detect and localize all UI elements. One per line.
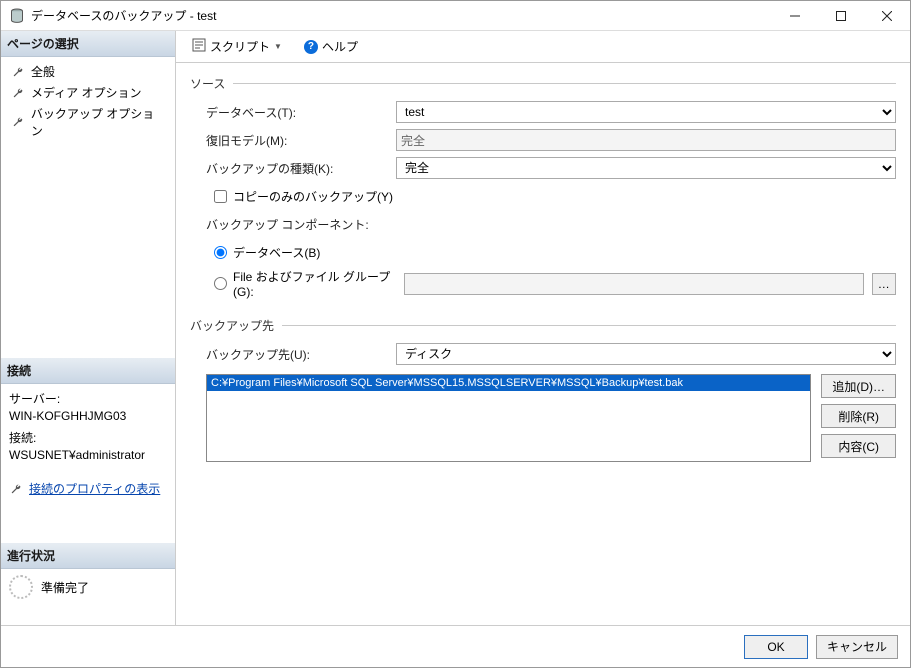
copy-only-input[interactable] xyxy=(214,190,227,203)
sidebar-item-label: メディア オプション xyxy=(31,84,142,101)
wrench-icon xyxy=(11,115,25,129)
component-database-radio[interactable]: データベース(B) xyxy=(214,244,320,261)
sidebar-item-general[interactable]: 全般 xyxy=(1,61,175,82)
wrench-icon xyxy=(11,65,25,79)
window-controls xyxy=(772,1,910,30)
copy-only-checkbox[interactable]: コピーのみのバックアップ(Y) xyxy=(214,188,393,205)
sidebar-item-media-options[interactable]: メディア オプション xyxy=(1,82,175,103)
ok-button[interactable]: OK xyxy=(744,635,808,659)
component-files-radio[interactable]: File およびファイル グループ(G): xyxy=(214,268,404,299)
contents-button[interactable]: 内容(C) xyxy=(821,434,896,458)
wrench-icon xyxy=(11,86,25,100)
connection-properties-link[interactable]: 接続のプロパティの表示 xyxy=(1,474,175,503)
source-legend: ソース xyxy=(190,75,225,92)
component-database-label: データベース(B) xyxy=(233,244,320,261)
destination-legend: バックアップ先 xyxy=(190,317,274,334)
window-title: データベースのバックアップ - test xyxy=(31,7,772,24)
component-files-label: File およびファイル グループ(G): xyxy=(233,268,404,299)
database-label: データベース(T): xyxy=(206,104,396,121)
sidebar: ページの選択 全般 メディア オプション バックアップ オプション 接続 サーバ… xyxy=(1,31,176,625)
copy-only-label: コピーのみのバックアップ(Y) xyxy=(233,188,393,205)
help-label: ヘルプ xyxy=(322,38,358,55)
wrench-icon xyxy=(9,482,23,496)
connection-value: WSUSNET¥administrator xyxy=(9,448,167,462)
remove-button[interactable]: 削除(R) xyxy=(821,404,896,428)
footer: OK キャンセル xyxy=(1,625,910,667)
backup-type-select[interactable]: 完全 xyxy=(396,157,896,179)
backup-to-label: バックアップ先(U): xyxy=(206,346,396,363)
titlebar: データベースのバックアップ - test xyxy=(1,1,910,31)
toolbar: スクリプト ▼ ? ヘルプ xyxy=(176,31,910,63)
help-button[interactable]: ? ヘルプ xyxy=(298,35,364,58)
script-icon xyxy=(192,38,206,55)
close-button[interactable] xyxy=(864,1,910,30)
destination-group: バックアップ先 バックアップ先(U): ディスク C:¥Program File… xyxy=(190,317,896,462)
maximize-button[interactable] xyxy=(818,1,864,30)
progress-text: 準備完了 xyxy=(41,579,89,596)
recovery-model-label: 復旧モデル(M): xyxy=(206,132,396,149)
connection-properties-text[interactable]: 接続のプロパティの表示 xyxy=(29,480,160,497)
source-group: ソース データベース(T): test 復旧モデル(M): バックアップの種類(… xyxy=(190,75,896,303)
sidebar-item-label: 全般 xyxy=(31,63,55,80)
recovery-model-field xyxy=(396,129,896,151)
minimize-button[interactable] xyxy=(772,1,818,30)
sidebar-item-backup-options[interactable]: バックアップ オプション xyxy=(1,103,175,141)
script-label: スクリプト xyxy=(210,38,270,55)
progress-spinner-icon xyxy=(9,575,33,599)
destination-item[interactable]: C:¥Program Files¥Microsoft SQL Server¥MS… xyxy=(207,375,810,391)
database-icon xyxy=(9,8,25,24)
content: スクリプト ▼ ? ヘルプ ソース データベース(T): test 復旧モデル(… xyxy=(176,31,910,625)
add-button[interactable]: 追加(D)… xyxy=(821,374,896,398)
help-icon: ? xyxy=(304,40,318,54)
cancel-button[interactable]: キャンセル xyxy=(816,635,898,659)
filegroups-field xyxy=(404,273,864,295)
chevron-down-icon: ▼ xyxy=(274,42,282,51)
server-value: WIN-KOFGHHJMG03 xyxy=(9,409,167,423)
progress-header: 進行状況 xyxy=(1,543,175,569)
database-select[interactable]: test xyxy=(396,101,896,123)
server-label: サーバー: xyxy=(9,390,167,407)
pages-header: ページの選択 xyxy=(1,31,175,57)
connection-label: 接続: xyxy=(9,429,167,446)
sidebar-item-label: バックアップ オプション xyxy=(31,105,165,139)
filegroups-browse-button[interactable]: … xyxy=(872,273,896,295)
component-label: バックアップ コンポーネント: xyxy=(206,216,396,233)
script-button[interactable]: スクリプト ▼ xyxy=(186,35,288,58)
component-files-input[interactable] xyxy=(214,277,227,290)
destination-list[interactable]: C:¥Program Files¥Microsoft SQL Server¥MS… xyxy=(206,374,811,462)
component-database-input[interactable] xyxy=(214,246,227,259)
backup-to-select[interactable]: ディスク xyxy=(396,343,896,365)
backup-type-label: バックアップの種類(K): xyxy=(206,160,396,177)
connection-header: 接続 xyxy=(1,358,175,384)
